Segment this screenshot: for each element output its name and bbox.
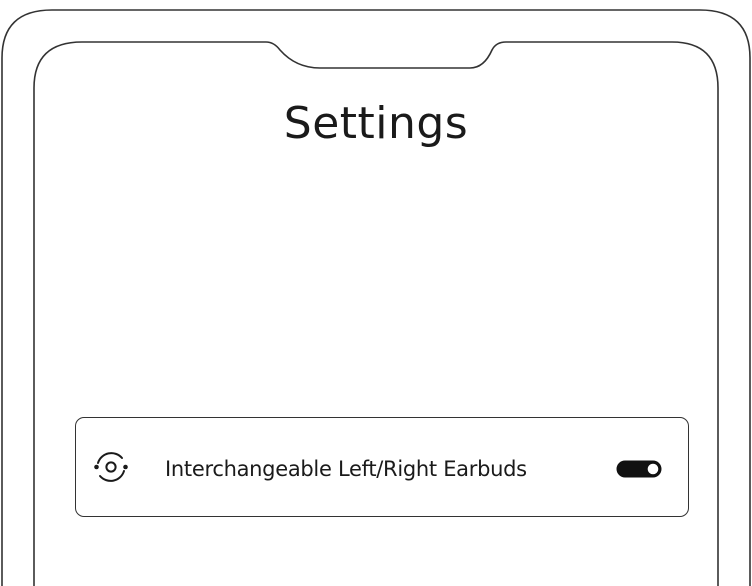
page-title: Settings (283, 98, 469, 149)
toggle-knob (646, 462, 660, 476)
settings-screen: Settings Interchangeable Left/Right Earb… (0, 0, 752, 586)
setting-label: Interchangeable Left/Right Earbuds (165, 457, 527, 481)
earbuds-toggle[interactable] (616, 460, 662, 478)
setting-row-interchangeable-earbuds[interactable]: Interchangeable Left/Right Earbuds (75, 417, 689, 517)
swap-earbuds-icon (94, 452, 128, 482)
